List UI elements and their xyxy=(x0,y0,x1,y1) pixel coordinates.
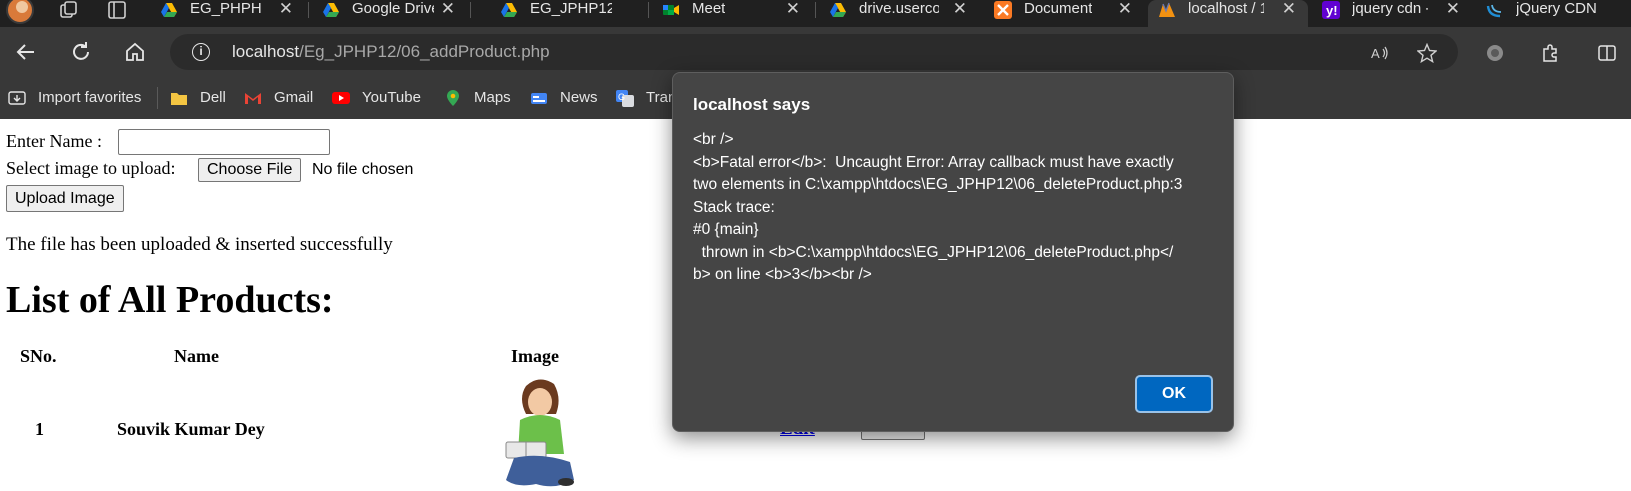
refresh-icon[interactable] xyxy=(69,40,93,64)
google-drive-icon xyxy=(501,3,517,17)
tab-google-drive[interactable]: Google Drive ✕ xyxy=(312,0,467,27)
back-arrow-icon[interactable] xyxy=(14,40,38,64)
table-header-sno: SNo. xyxy=(20,346,57,366)
tab-label: jquery cdn - xyxy=(1352,0,1428,17)
table-header-name: Name xyxy=(174,346,219,366)
tab-label: Google Drive xyxy=(352,0,434,17)
tab-localhost-active[interactable]: localhost / 1 ✕ xyxy=(1148,0,1308,27)
table-header-image: Image xyxy=(511,346,559,366)
table-cell-name: Souvik Kumar Dey xyxy=(117,419,265,439)
translate-icon: G xyxy=(616,90,634,107)
close-icon[interactable]: ✕ xyxy=(786,0,800,18)
bookmark-label: Gmail xyxy=(274,89,314,106)
name-input[interactable] xyxy=(118,129,330,155)
folder-icon xyxy=(171,93,187,105)
no-file-chosen-text: No file chosen xyxy=(312,161,414,178)
tab-divider xyxy=(815,2,816,18)
tab-drive-usercontent[interactable]: drive.usercon ✕ xyxy=(819,0,979,27)
tab-divider xyxy=(648,2,649,18)
tab-jquery-cdn[interactable]: jQuery CDN xyxy=(1476,0,1631,27)
google-drive-icon xyxy=(323,3,339,17)
xampp-icon xyxy=(994,1,1012,19)
address-toolbar: i localhost/Eg_JPHP12/06_addProduct.php … xyxy=(0,27,1631,77)
ok-button[interactable]: OK xyxy=(1135,375,1213,413)
favorites-divider xyxy=(157,87,158,109)
google-meet-icon xyxy=(663,5,679,15)
tab-label: EG_JPHP12 ( xyxy=(530,0,612,17)
success-message: The file has been uploaded & inserted su… xyxy=(6,234,393,255)
tab-label: jQuery CDN xyxy=(1516,0,1597,17)
close-icon[interactable]: ✕ xyxy=(1118,0,1132,18)
tab-jquery-cdn-search[interactable]: y! jquery cdn - ✕ xyxy=(1312,0,1472,27)
tab-label: localhost / 1 xyxy=(1188,0,1264,17)
import-icon xyxy=(8,91,26,105)
tab-label: Meet xyxy=(692,0,726,17)
bookmark-label: Dell xyxy=(200,89,226,106)
site-info-icon[interactable]: i xyxy=(192,43,210,61)
jquery-icon xyxy=(1486,4,1502,18)
bookmark-label: Maps xyxy=(474,89,511,106)
close-icon[interactable]: ✕ xyxy=(279,0,293,18)
youtube-icon xyxy=(332,92,350,104)
read-aloud-icon[interactable]: A xyxy=(1370,43,1390,63)
gmail-icon xyxy=(245,93,261,104)
url-host: localhost xyxy=(232,42,300,61)
product-image xyxy=(505,379,574,487)
google-drive-icon xyxy=(830,3,846,17)
maps-icon xyxy=(447,90,459,106)
google-drive-icon xyxy=(161,3,177,17)
tab-actions-icon[interactable] xyxy=(107,0,127,20)
page-title: List of All Products: xyxy=(6,279,334,321)
svg-text:A: A xyxy=(1371,46,1380,61)
image-upload-label: Select image to upload: xyxy=(6,158,176,178)
tab-divider xyxy=(308,2,309,18)
profile-avatar[interactable] xyxy=(6,0,34,24)
table-cell-sno: 1 xyxy=(35,419,44,439)
home-icon[interactable] xyxy=(123,40,147,64)
tab-document[interactable]: Document ✕ xyxy=(984,0,1144,27)
extensions-puzzle-icon[interactable] xyxy=(1540,43,1560,63)
tab-label: EG_PHPH12 xyxy=(190,0,262,17)
bookmark-label: News xyxy=(560,89,598,106)
favorite-star-icon[interactable] xyxy=(1417,43,1437,63)
tab-eg-phph12[interactable]: EG_PHPH12 ✕ xyxy=(150,0,305,27)
tab-label: drive.usercon xyxy=(859,0,939,17)
tab-eg-jphp12[interactable]: EG_JPHP12 ( xyxy=(490,0,645,27)
url-path: /Eg_JPHP12/06_addProduct.php xyxy=(299,42,550,61)
svg-text:y!: y! xyxy=(1326,3,1338,18)
close-icon[interactable]: ✕ xyxy=(953,0,967,18)
alert-dialog: localhost says <br /> <b>Fatal error</b>… xyxy=(672,72,1234,432)
dialog-message: <br /> <b>Fatal error</b>: Uncaught Erro… xyxy=(693,131,1183,283)
tab-label: Document xyxy=(1024,0,1093,17)
phpmyadmin-icon xyxy=(1159,2,1175,17)
url-text[interactable]: localhost/Eg_JPHP12/06_addProduct.php xyxy=(232,42,550,62)
name-label: Enter Name : xyxy=(6,131,102,151)
bookmark-label: YouTube xyxy=(362,89,421,106)
choose-file-button[interactable]: Choose File xyxy=(198,158,302,182)
upload-image-button[interactable]: Upload Image xyxy=(6,185,124,212)
close-icon[interactable]: ✕ xyxy=(441,0,455,18)
address-bar[interactable]: i localhost/Eg_JPHP12/06_addProduct.php … xyxy=(170,34,1458,70)
tab-strip: EG_PHPH12 ✕ Google Drive ✕ EG_JPHP12 ( xyxy=(0,0,1631,27)
dialog-title: localhost says xyxy=(693,95,811,114)
news-icon xyxy=(531,93,547,104)
extension-icon[interactable] xyxy=(1485,43,1505,63)
close-icon[interactable]: ✕ xyxy=(1446,0,1460,18)
bookmark-label: Import favorites xyxy=(38,89,142,106)
tab-divider xyxy=(470,2,471,18)
yahoo-icon: y! xyxy=(1322,1,1340,19)
svg-text:G: G xyxy=(618,92,625,102)
split-screen-icon[interactable] xyxy=(1597,43,1617,63)
workspaces-icon[interactable] xyxy=(58,0,78,20)
tab-meet[interactable]: Meet ✕ xyxy=(652,0,812,27)
close-icon[interactable]: ✕ xyxy=(1282,0,1296,18)
